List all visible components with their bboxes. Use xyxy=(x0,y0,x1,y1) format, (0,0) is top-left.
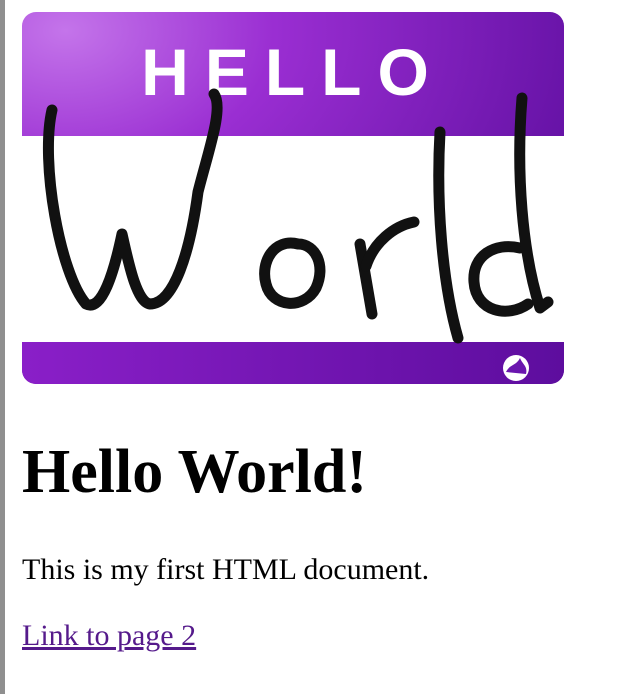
tag-bottom-band xyxy=(22,342,564,384)
page-heading: Hello World! xyxy=(22,438,368,506)
link-to-page-2[interactable]: Link to page 2 xyxy=(22,619,196,653)
hello-label: HELLO xyxy=(141,35,445,109)
brand-logo-icon xyxy=(503,355,529,381)
intro-paragraph: This is my first HTML document. xyxy=(22,553,430,586)
hello-world-name-tag-image: HELLO xyxy=(22,12,564,384)
window-left-border xyxy=(0,0,5,694)
